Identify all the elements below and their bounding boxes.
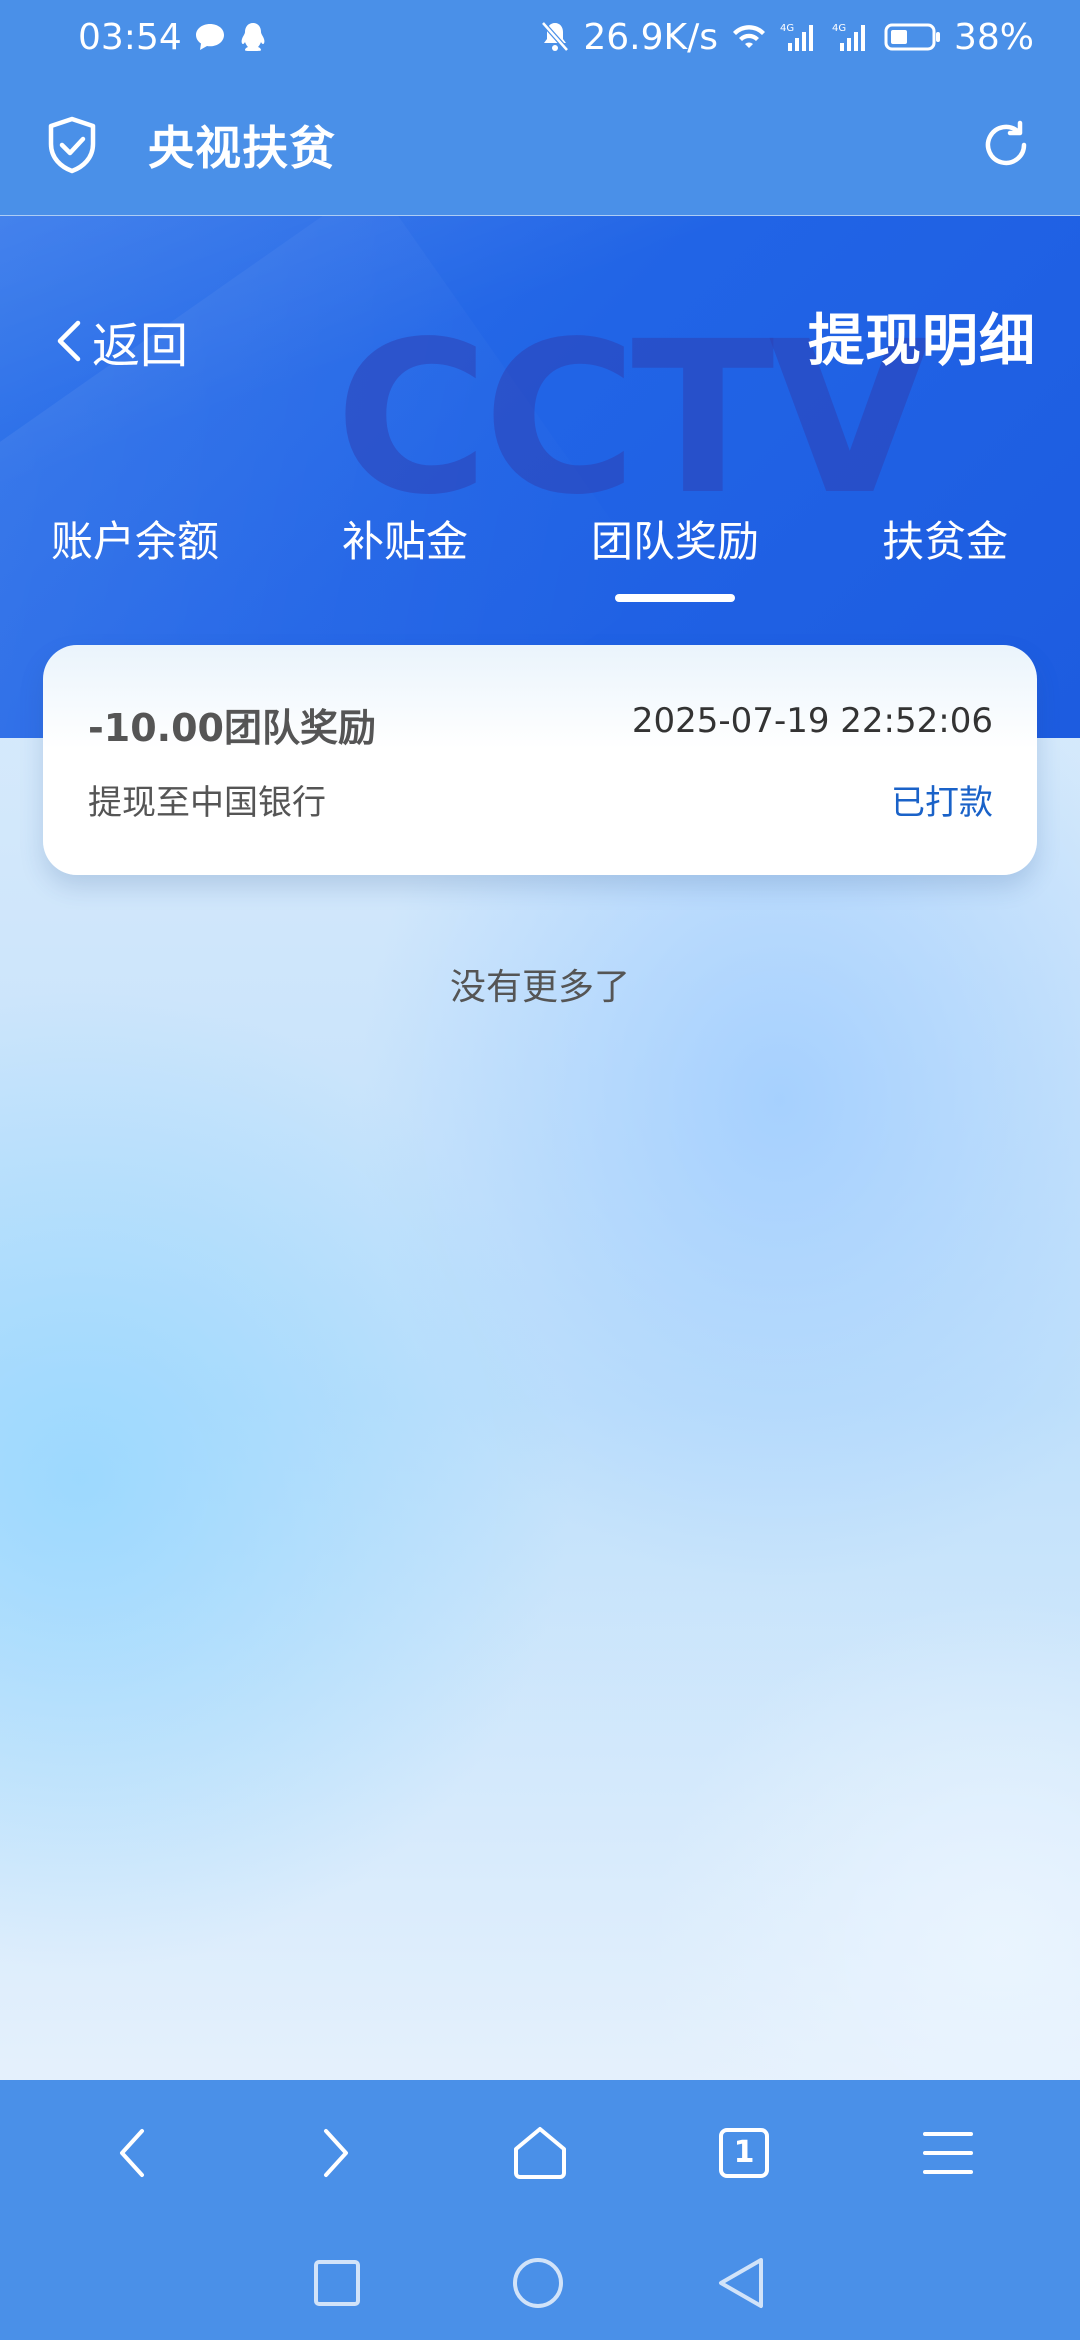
chevron-left-icon xyxy=(120,2128,144,2177)
tab-team-reward[interactable]: 团队奖励 xyxy=(540,486,810,602)
browser-home-button[interactable] xyxy=(480,2093,600,2213)
status-time: 03:54 xyxy=(78,16,182,58)
system-back-button[interactable] xyxy=(715,2256,767,2310)
chevron-right-icon xyxy=(324,2128,348,2177)
battery-percent: 38% xyxy=(953,16,1034,58)
recents-button[interactable] xyxy=(313,2259,361,2307)
browser-toolbar: 1 xyxy=(0,2080,1080,2225)
circle-icon xyxy=(513,2257,563,2308)
tab-subsidy[interactable]: 补贴金 xyxy=(270,486,540,596)
record-status: 已打款 xyxy=(891,783,993,823)
browser-menu-button[interactable] xyxy=(888,2093,1008,2213)
app-header: 央视扶贫 xyxy=(0,74,1080,216)
system-nav-bar xyxy=(0,2225,1080,2340)
refresh-button[interactable] xyxy=(978,117,1034,173)
tab-count-icon: 1 xyxy=(719,2127,769,2178)
signal-4g-icon-1: 4G xyxy=(780,21,820,53)
mute-bell-icon xyxy=(539,20,571,54)
browser-nav-bar: 1 xyxy=(0,2080,1080,2340)
page-title: 提现明细 xyxy=(808,309,1036,374)
menu-icon xyxy=(923,2131,973,2174)
triangle-back-icon xyxy=(719,2257,763,2308)
app-title: 央视扶贫 xyxy=(148,120,336,175)
record-description: 提现至中国银行 xyxy=(88,783,326,823)
square-icon xyxy=(314,2259,360,2306)
status-bar: 03:54 26.9K/s 4G 4G 38% xyxy=(0,0,1080,74)
signal-4g-icon-2: 4G xyxy=(832,21,872,53)
shield-check-icon xyxy=(46,116,98,174)
system-home-button[interactable] xyxy=(511,2256,565,2310)
chevron-left-icon xyxy=(57,320,81,362)
refresh-icon xyxy=(985,120,1027,165)
browser-forward-button[interactable] xyxy=(276,2093,396,2213)
tab-poverty-fund[interactable]: 扶贫金 xyxy=(810,486,1080,596)
tab-account-balance[interactable]: 账户余额 xyxy=(0,486,270,596)
svg-text:4G: 4G xyxy=(780,23,794,34)
record-time: 2025-07-19 22:52:06 xyxy=(631,701,993,741)
home-icon xyxy=(514,2126,566,2179)
network-speed: 26.9K/s xyxy=(583,16,718,58)
browser-tabs-button[interactable]: 1 xyxy=(684,2093,804,2213)
wifi-icon xyxy=(730,22,768,52)
tab-bar: 账户余额 补贴金 团队奖励 扶贫金 xyxy=(0,486,1080,602)
status-left: 03:54 xyxy=(78,17,268,58)
status-right: 26.9K/s 4G 4G 38% xyxy=(539,17,1034,58)
record-amount: -10.00团队奖励 xyxy=(88,706,376,750)
back-label: 返回 xyxy=(92,318,189,374)
qq-icon xyxy=(238,21,268,53)
browser-back-button[interactable] xyxy=(72,2093,192,2213)
back-button[interactable]: 返回 xyxy=(54,306,188,376)
list-end-text: 没有更多了 xyxy=(449,967,630,1008)
withdrawal-record-card[interactable]: -10.00团队奖励 2025-07-19 22:52:06 提现至中国银行 已… xyxy=(43,645,1037,875)
battery-icon xyxy=(884,22,942,52)
svg-text:4G: 4G xyxy=(832,23,846,34)
message-icon xyxy=(194,22,226,52)
